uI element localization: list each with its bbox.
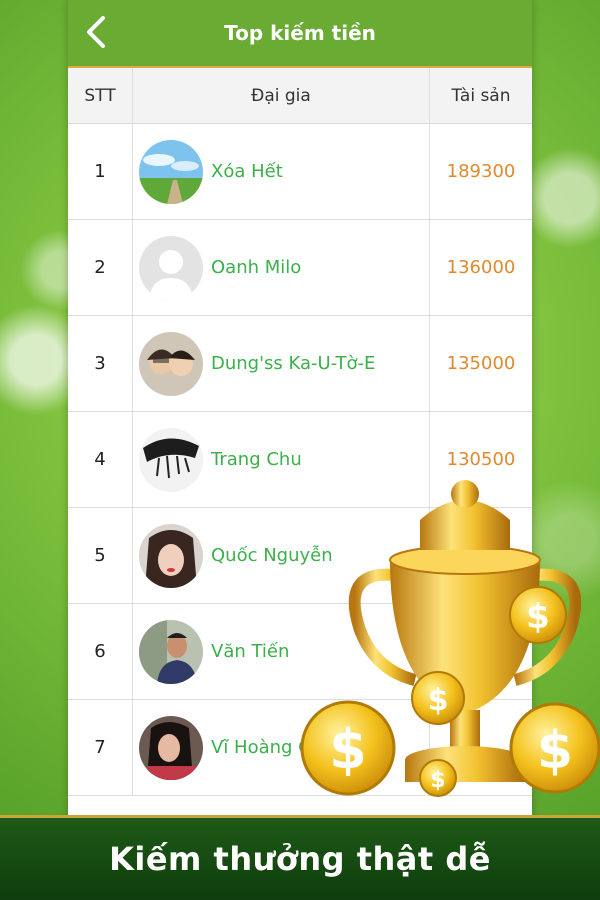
assets-value: 189300 bbox=[429, 124, 532, 219]
user-name[interactable]: Xóa Hết bbox=[211, 161, 283, 182]
column-header-user: Đại gia bbox=[132, 68, 429, 123]
dollar-coin-icon: $ bbox=[509, 586, 567, 644]
user-cell: Xóa Hết bbox=[132, 124, 429, 219]
dollar-coin-icon: $ bbox=[300, 700, 396, 796]
table-header: STT Đại gia Tài sản bbox=[68, 68, 532, 124]
svg-text:$: $ bbox=[329, 718, 367, 781]
rank-cell: 1 bbox=[94, 161, 106, 182]
page-title: Top kiếm tiền bbox=[224, 21, 376, 45]
table-row[interactable]: 1 Xóa Hết 189300 bbox=[68, 124, 532, 220]
user-cell: Dung'ss Ka-U-Tờ-E bbox=[132, 316, 429, 411]
rank-cell: 6 bbox=[94, 641, 106, 662]
dollar-coin-icon: $ bbox=[419, 759, 457, 797]
avatar[interactable] bbox=[139, 715, 203, 780]
user-name[interactable]: Dung'ss Ka-U-Tờ-E bbox=[211, 353, 375, 374]
svg-text:$: $ bbox=[430, 768, 445, 793]
svg-text:$: $ bbox=[526, 597, 550, 637]
avatar[interactable] bbox=[139, 139, 203, 204]
avatar[interactable] bbox=[139, 619, 203, 684]
user-name[interactable]: Văn Tiến bbox=[211, 641, 289, 662]
assets-value: 135000 bbox=[429, 316, 532, 411]
table-row[interactable]: 2 Oanh Milo 136000 bbox=[68, 220, 532, 316]
avatar[interactable] bbox=[139, 427, 203, 492]
svg-text:$: $ bbox=[537, 721, 573, 781]
avatar[interactable] bbox=[139, 523, 203, 588]
dollar-coin-icon: $ bbox=[411, 671, 465, 725]
rank-cell: 5 bbox=[94, 545, 106, 566]
rank-cell: 7 bbox=[94, 737, 106, 758]
rank-cell: 2 bbox=[94, 257, 106, 278]
rank-cell: 3 bbox=[94, 353, 106, 374]
promo-banner: Kiếm thưởng thật dễ bbox=[0, 815, 600, 900]
user-name[interactable]: Trang Chu bbox=[211, 449, 302, 470]
svg-text:$: $ bbox=[428, 683, 449, 718]
column-header-assets: Tài sản bbox=[429, 68, 532, 123]
table-row[interactable]: 3 Dung'ss Ka-U-Tờ-E 135000 bbox=[68, 316, 532, 412]
rank-cell: 4 bbox=[94, 449, 106, 470]
chevron-left-icon bbox=[87, 16, 105, 48]
assets-value: 136000 bbox=[429, 220, 532, 315]
user-name[interactable]: Oanh Milo bbox=[211, 257, 301, 278]
column-header-rank: STT bbox=[84, 85, 116, 106]
avatar[interactable] bbox=[139, 331, 203, 396]
avatar[interactable] bbox=[139, 235, 203, 300]
user-cell: Oanh Milo bbox=[132, 220, 429, 315]
app-bar: Top kiếm tiền bbox=[68, 0, 532, 68]
dollar-coin-icon: $ bbox=[509, 702, 600, 794]
promo-text: Kiếm thưởng thật dễ bbox=[109, 840, 491, 878]
trophy-coins-illustration: $ $ $ $ $ bbox=[300, 480, 600, 797]
back-button[interactable] bbox=[76, 10, 116, 54]
